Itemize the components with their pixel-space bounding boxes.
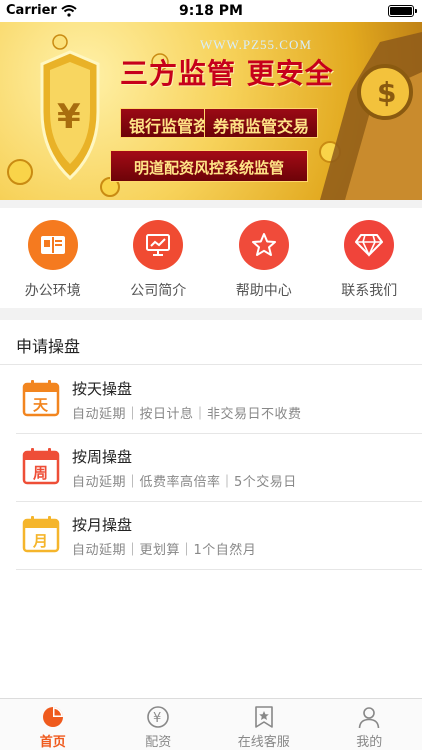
divider-gap: [0, 200, 422, 208]
tab-label: 首页: [39, 735, 66, 750]
plan-desc: 自动延期｜更划算｜1个自然月: [72, 543, 257, 558]
plan-list: 天 按天操盘 自动延期｜按日计息｜非交易日不收费 周 按周操盘 自动延期｜低费率…: [0, 366, 422, 570]
banner-watermark: WWW.PZ55.COM: [200, 37, 312, 52]
quick-nav-label: 帮助中心: [235, 283, 292, 299]
calendar-month-icon: 月: [22, 516, 60, 553]
plan-desc: 自动延期｜低费率高倍率｜5个交易日: [72, 475, 297, 490]
yen-shield-icon: ¥: [40, 50, 100, 180]
svg-text:$: $: [377, 76, 396, 109]
tab-home[interactable]: 首页: [0, 699, 106, 750]
battery-icon: [388, 5, 417, 17]
book-icon: [27, 220, 78, 270]
tab-profile[interactable]: 我的: [317, 699, 422, 750]
tab-finance[interactable]: ¥ 配资: [106, 699, 212, 750]
calendar-char: 月: [32, 532, 48, 550]
star-icon: [238, 220, 289, 270]
calendar-char: 天: [33, 396, 49, 414]
tab-bar: 首页 ¥ 配资 在线客服 我的: [0, 698, 422, 750]
quick-nav-label: 办公环境: [24, 283, 81, 299]
svg-text:¥: ¥: [57, 97, 81, 137]
user-icon: [358, 707, 380, 729]
plan-title: 按周操盘: [72, 448, 133, 466]
section-title: 申请操盘: [0, 320, 422, 365]
tab-label: 在线客服: [237, 735, 290, 750]
divider-gap: [0, 308, 422, 320]
calendar-week-icon: 周: [22, 448, 60, 485]
quick-nav: 办公环境 公司简介 帮助中心 联系我们: [0, 208, 422, 308]
plan-title: 按天操盘: [72, 380, 133, 398]
quick-nav-label: 公司简介: [130, 283, 187, 299]
tab-label: 配资: [145, 735, 172, 750]
calendar-day-icon: 天: [22, 380, 60, 417]
quick-nav-contact[interactable]: 联系我们: [317, 208, 422, 308]
promo-banner[interactable]: $ ¥ WWW.PZ55.COM 三方监管 更安全 银行监管资金 券商监管交易 …: [0, 22, 422, 200]
tab-support[interactable]: 在线客服: [211, 699, 317, 750]
banner-headline: 三方监管 更安全: [120, 57, 334, 90]
quick-nav-label: 联系我们: [341, 283, 398, 299]
banner-tag-broker: 券商监管交易: [204, 108, 319, 138]
pie-chart-icon: [42, 707, 63, 727]
quick-nav-office[interactable]: 办公环境: [0, 208, 106, 308]
status-bar: Carrier 9:18 PM: [0, 0, 422, 22]
banner-footer: 明道配资风控系统监管: [110, 150, 308, 182]
svg-text:¥: ¥: [153, 711, 161, 726]
yen-coin-icon: ¥: [147, 706, 170, 728]
tab-label: 我的: [356, 735, 383, 750]
status-time: 9:18 PM: [179, 3, 243, 19]
plan-item-monthly[interactable]: 月 按月操盘 自动延期｜更划算｜1个自然月: [16, 502, 422, 570]
bookmark-star-icon: [254, 706, 273, 728]
presentation-chart-icon: [133, 220, 184, 270]
quick-nav-about[interactable]: 公司简介: [106, 208, 212, 308]
quick-nav-help[interactable]: 帮助中心: [211, 208, 317, 308]
diamond-icon: [344, 220, 395, 270]
calendar-char: 周: [33, 464, 48, 482]
plan-desc: 自动延期｜按日计息｜非交易日不收费: [72, 407, 302, 422]
plan-item-daily[interactable]: 天 按天操盘 自动延期｜按日计息｜非交易日不收费: [16, 366, 422, 434]
plan-item-weekly[interactable]: 周 按周操盘 自动延期｜低费率高倍率｜5个交易日: [16, 434, 422, 502]
plan-title: 按月操盘: [72, 516, 133, 534]
